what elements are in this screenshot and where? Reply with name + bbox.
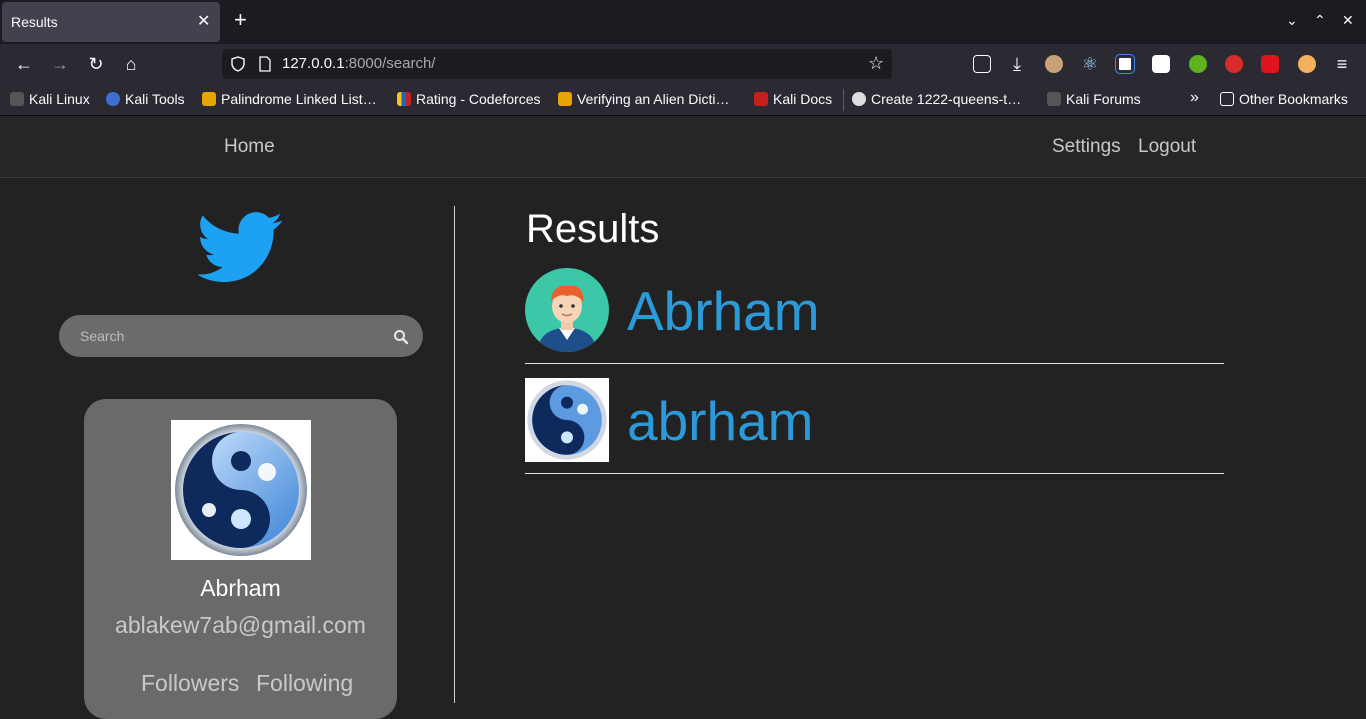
column-divider: [454, 206, 455, 703]
bookmark-kali-forums[interactable]: Kali Forums: [1047, 91, 1141, 107]
bookmark-label: Verifying an Alien Dicti…: [577, 91, 730, 107]
leetcode-icon: [202, 92, 216, 106]
result-avatar[interactable]: [525, 378, 609, 462]
bookmark-kali-tools[interactable]: Kali Tools: [106, 91, 185, 107]
url-text[interactable]: 127.0.0.1:8000/search/: [282, 55, 435, 72]
bookmark-kali-docs[interactable]: Kali Docs: [754, 91, 832, 107]
yin-yang-sky-icon: [527, 380, 607, 460]
result-username-link[interactable]: abrham: [627, 389, 813, 453]
github-icon: [852, 92, 866, 106]
url-host: 127.0.0.1: [282, 55, 345, 72]
bookmark-kali-linux[interactable]: Kali Linux: [10, 91, 90, 107]
kali-tools-icon: [106, 92, 120, 106]
url-bar[interactable]: 127.0.0.1:8000/search/ ☆: [222, 49, 892, 79]
nav-home-link[interactable]: Home: [224, 136, 275, 158]
extension-owl-icon[interactable]: [1045, 55, 1063, 73]
other-bookmarks[interactable]: Other Bookmarks: [1220, 91, 1348, 107]
pocket-icon[interactable]: [973, 55, 991, 73]
bookmark-codeforces[interactable]: Rating - Codeforces: [397, 91, 541, 107]
tab-title: Results: [11, 14, 58, 30]
add-extension-icon[interactable]: [1189, 55, 1207, 73]
yin-yang-sky-icon: [175, 424, 307, 556]
kali-icon: [10, 92, 24, 106]
more-bookmarks-icon[interactable]: »: [1190, 89, 1199, 107]
maximize-icon[interactable]: ⌃: [1314, 12, 1326, 29]
browser-tab[interactable]: Results ✕: [2, 2, 220, 42]
following-link[interactable]: Following: [256, 670, 353, 697]
profile-avatar: [171, 420, 311, 560]
result-separator: [525, 473, 1224, 474]
home-icon[interactable]: ⌂: [119, 52, 143, 76]
reload-icon[interactable]: ↻: [84, 52, 108, 76]
nav-settings-link[interactable]: Settings: [1052, 136, 1121, 158]
folder-icon: [1220, 92, 1234, 106]
bookmark-label: Kali Docs: [773, 91, 833, 107]
bookmark-label: Rating - Codeforces: [416, 91, 541, 107]
other-bookmarks-label: Other Bookmarks: [1239, 91, 1348, 107]
menu-icon[interactable]: ≡: [1330, 52, 1354, 76]
profile-name: Abrham: [200, 575, 281, 601]
result-separator: [525, 363, 1224, 364]
page-title: Results: [526, 207, 660, 251]
bookmark-label: Kali Tools: [125, 91, 185, 107]
nav-logout-link[interactable]: Logout: [1138, 136, 1196, 158]
close-window-icon[interactable]: ✕: [1342, 12, 1354, 29]
search-icon[interactable]: [393, 329, 409, 345]
shield-icon[interactable]: [230, 56, 246, 72]
codeforces-icon: [397, 92, 411, 106]
followers-link[interactable]: Followers: [141, 670, 239, 697]
adblock-icon[interactable]: [1225, 55, 1243, 73]
bookmark-label: Kali Linux: [29, 91, 90, 107]
lighthouse-extension-icon[interactable]: [1152, 55, 1170, 73]
result-username-link[interactable]: Abrham: [627, 279, 820, 343]
kali-icon: [1047, 92, 1061, 106]
bookmark-label: Palindrome Linked List…: [221, 91, 377, 107]
extension-square-icon[interactable]: [1115, 54, 1135, 74]
react-devtools-icon[interactable]: ⚛: [1078, 52, 1102, 76]
bookmark-label: Kali Forums: [1066, 91, 1141, 107]
bookmark-alien-dictionary[interactable]: Verifying an Alien Dicti…: [558, 91, 730, 107]
forward-icon[interactable]: →: [48, 52, 72, 76]
bookmark-label: Create 1222-queens-t…: [871, 91, 1022, 107]
bookmark-palindrome[interactable]: Palindrome Linked List…: [202, 91, 377, 107]
back-icon[interactable]: ←: [12, 52, 36, 76]
new-tab-icon[interactable]: +: [234, 9, 247, 31]
bookmark-github[interactable]: Create 1222-queens-t…: [852, 91, 1021, 107]
bookmarks-separator: [843, 89, 844, 111]
leetcode-icon: [558, 92, 572, 106]
extension-red-icon[interactable]: [1261, 55, 1279, 73]
page-icon: [259, 56, 271, 72]
kali-docs-icon: [754, 92, 768, 106]
download-icon[interactable]: ⤓: [1005, 52, 1029, 76]
tab-list-icon[interactable]: ⌄: [1286, 12, 1298, 29]
extension-orange-icon[interactable]: [1298, 55, 1316, 73]
cartoon-avatar-icon[interactable]: [525, 268, 609, 352]
search-placeholder: Search: [80, 328, 125, 344]
bookmark-star-icon[interactable]: ☆: [868, 53, 884, 74]
close-tab-icon[interactable]: ✕: [197, 11, 210, 31]
search-input[interactable]: Search: [59, 315, 423, 357]
url-path: :8000/search/: [344, 55, 436, 72]
twitter-bird-icon[interactable]: [198, 212, 284, 284]
profile-email: ablakew7ab@gmail.com: [115, 612, 366, 638]
